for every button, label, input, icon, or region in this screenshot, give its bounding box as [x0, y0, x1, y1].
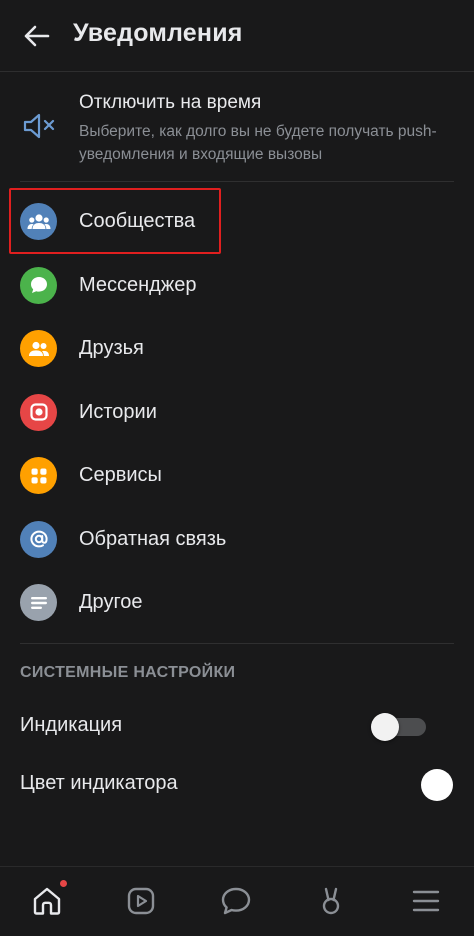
- notification-categories-list: Сообщества Мессенджер Друзья Истории Сер…: [0, 190, 474, 635]
- friends-icon: [20, 330, 57, 367]
- community-icon: [20, 203, 57, 240]
- category-label: Обратная связь: [79, 527, 227, 550]
- other-icon: [20, 584, 57, 621]
- mute-icon: [23, 113, 55, 139]
- bottom-tab-bar: [0, 866, 474, 936]
- mute-title: Отключить на время: [79, 92, 262, 113]
- category-messenger[interactable]: Мессенджер: [0, 254, 474, 318]
- category-label: Сообщества: [79, 210, 196, 232]
- tab-messages[interactable]: [216, 881, 256, 921]
- category-label: Друзья: [79, 337, 144, 359]
- tab-menu[interactable]: [406, 881, 446, 921]
- tab-video[interactable]: [121, 881, 161, 921]
- tab-services[interactable]: [311, 881, 351, 921]
- indicator-color-label: Цвет индикатора: [20, 772, 178, 794]
- section-title-system: СИСТЕМНЫЕ НАСТРОЙКИ: [20, 664, 236, 681]
- category-label: Сервисы: [79, 464, 162, 486]
- indicator-color-row[interactable]: Цвет индикатора: [0, 757, 474, 813]
- indication-label: Индикация: [20, 714, 123, 736]
- services-icon: [20, 457, 57, 494]
- back-button[interactable]: [18, 20, 54, 52]
- back-arrow-icon: [24, 25, 50, 47]
- category-label: Мессенджер: [79, 273, 197, 296]
- home-icon: [33, 887, 61, 915]
- indication-row[interactable]: Индикация: [0, 699, 474, 755]
- toggle-thumb: [371, 713, 399, 741]
- feedback-icon: [20, 520, 57, 558]
- page-title: Уведомления: [73, 19, 243, 47]
- messenger-icon: [20, 266, 57, 304]
- category-friends[interactable]: Друзья: [0, 317, 474, 381]
- header: Уведомления: [0, 0, 474, 72]
- indication-toggle[interactable]: [371, 713, 426, 741]
- services-bunny-icon: [322, 887, 340, 915]
- category-label: Другое: [79, 591, 143, 613]
- notification-dot: [59, 879, 68, 888]
- stories-icon: [20, 393, 57, 431]
- mute-description: Выберите, как долго вы не будете получат…: [79, 123, 437, 163]
- divider: [20, 181, 454, 182]
- category-label: Истории: [79, 400, 157, 423]
- divider: [20, 643, 454, 644]
- video-icon: [127, 887, 155, 915]
- category-other[interactable]: Другое: [0, 571, 474, 635]
- menu-icon: [412, 890, 440, 912]
- indicator-color-swatch[interactable]: [421, 769, 453, 801]
- category-services[interactable]: Сервисы: [0, 444, 474, 508]
- messages-icon: [221, 887, 251, 915]
- mute-for-time-row[interactable]: Отключить на время Выберите, как долго в…: [0, 72, 474, 182]
- category-stories[interactable]: Истории: [0, 381, 474, 445]
- category-feedback[interactable]: Обратная связь: [0, 508, 474, 572]
- category-communities[interactable]: Сообщества: [0, 190, 474, 254]
